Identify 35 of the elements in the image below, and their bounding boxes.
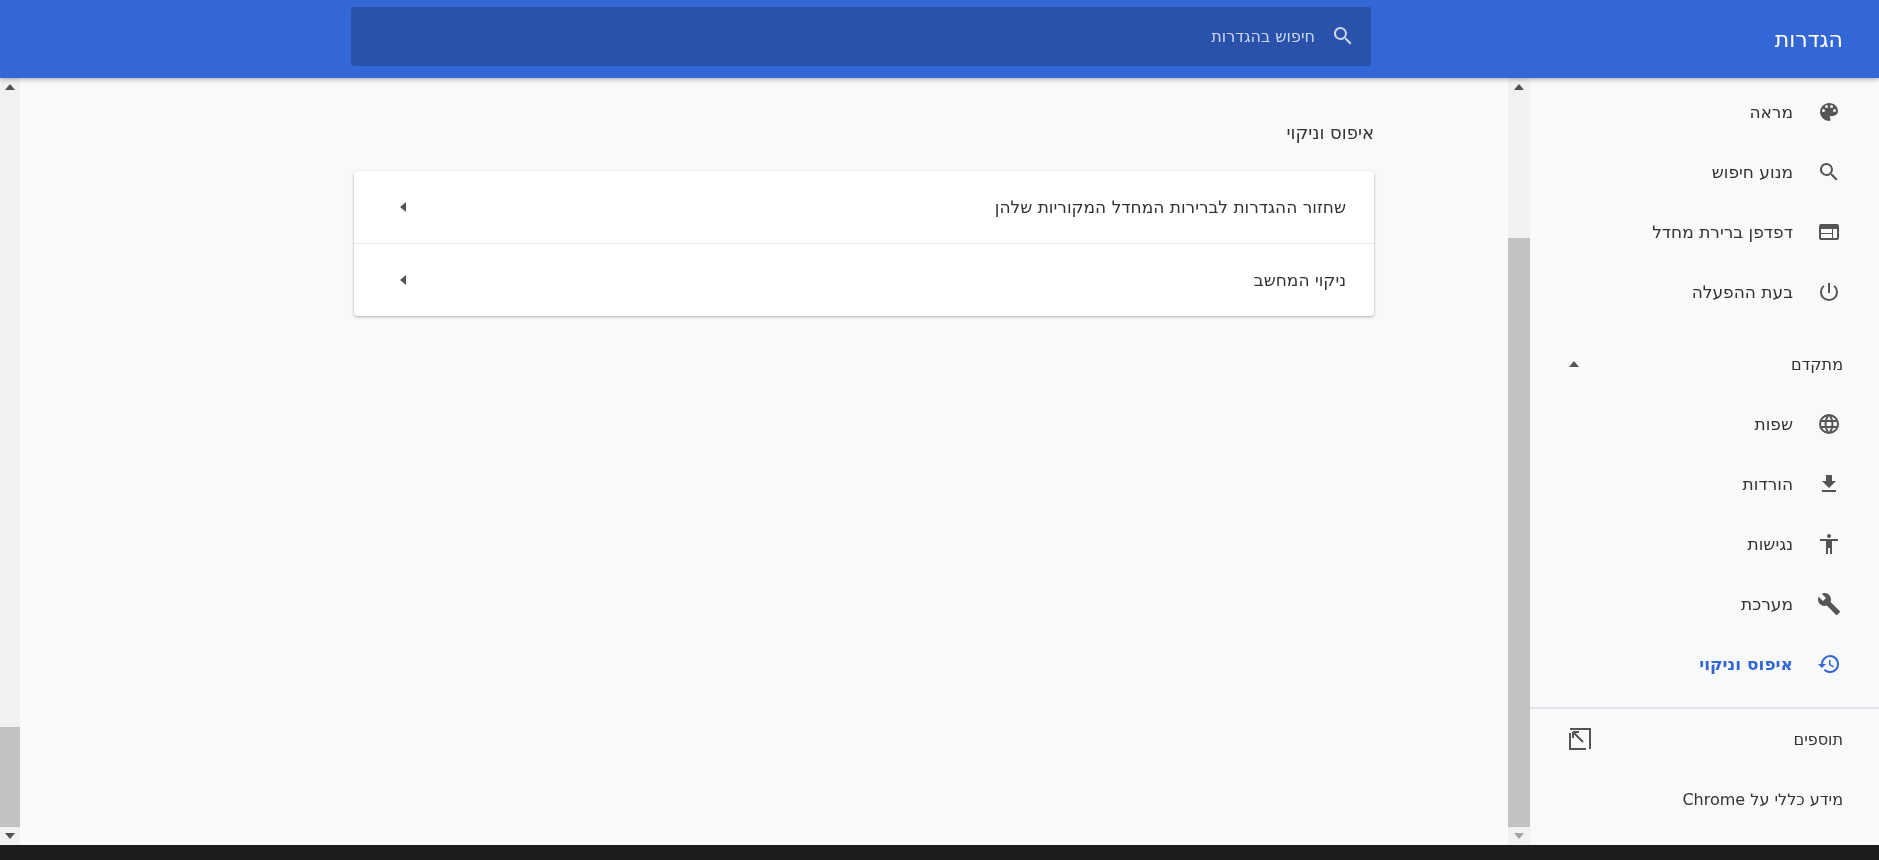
scrollbar[interactable] xyxy=(1508,78,1530,845)
search-input[interactable]: חיפוש בהגדרות xyxy=(367,25,1317,47)
scroll-down-icon[interactable] xyxy=(5,833,15,839)
sidebar-item[interactable]: שפות xyxy=(1530,394,1879,454)
scrollbar[interactable] xyxy=(0,78,20,845)
sidebar-item[interactable]: איפוס וניקוי xyxy=(1530,634,1879,694)
scroll-up-icon[interactable] xyxy=(5,84,15,90)
page-title: הגדרות xyxy=(1774,26,1843,52)
settings-row[interactable]: שחזור ההגדרות לברירות המחדל המקוריות שלהן xyxy=(354,171,1374,243)
sidebar-item[interactable]: מנוע חיפוש xyxy=(1530,142,1879,202)
scroll-up-icon[interactable] xyxy=(1514,84,1524,90)
settings-row[interactable]: ניקוי המחשב xyxy=(354,243,1374,316)
history-icon xyxy=(1817,652,1841,676)
sidebar-item[interactable]: מראה xyxy=(1530,82,1879,142)
caret-icon xyxy=(1569,361,1579,367)
palette-icon xyxy=(1817,100,1841,124)
sidebar-item[interactable]: נגישות xyxy=(1530,514,1879,574)
globe-icon xyxy=(1817,412,1841,436)
accessibility-icon xyxy=(1817,532,1841,556)
sidebar-item[interactable]: בעת ההפעלה xyxy=(1530,262,1879,322)
section-title: איפוס וניקוי xyxy=(1285,122,1374,143)
arrow-icon xyxy=(400,275,406,285)
scrollbar-thumb[interactable] xyxy=(1508,238,1530,827)
sidebar-item[interactable]: הורדות xyxy=(1530,454,1879,514)
sidebar-item[interactable]: דפדפן ברירת מחדל xyxy=(1530,202,1879,262)
sidebar-item[interactable]: מערכת xyxy=(1530,574,1879,634)
sidebar-link[interactable]: מידע כללי על Chrome xyxy=(1569,769,1879,829)
arrow-icon xyxy=(400,202,406,212)
scrollbar-thumb[interactable] xyxy=(0,727,20,827)
wrench-icon xyxy=(1817,592,1841,616)
external-link-icon xyxy=(1569,728,1591,750)
sidebar-link[interactable]: תוספים xyxy=(1569,709,1879,769)
power-icon xyxy=(1817,280,1841,304)
search-field[interactable]: חיפוש בהגדרות xyxy=(351,6,1371,66)
advanced-toggle[interactable]: מתקדם xyxy=(1569,334,1879,394)
